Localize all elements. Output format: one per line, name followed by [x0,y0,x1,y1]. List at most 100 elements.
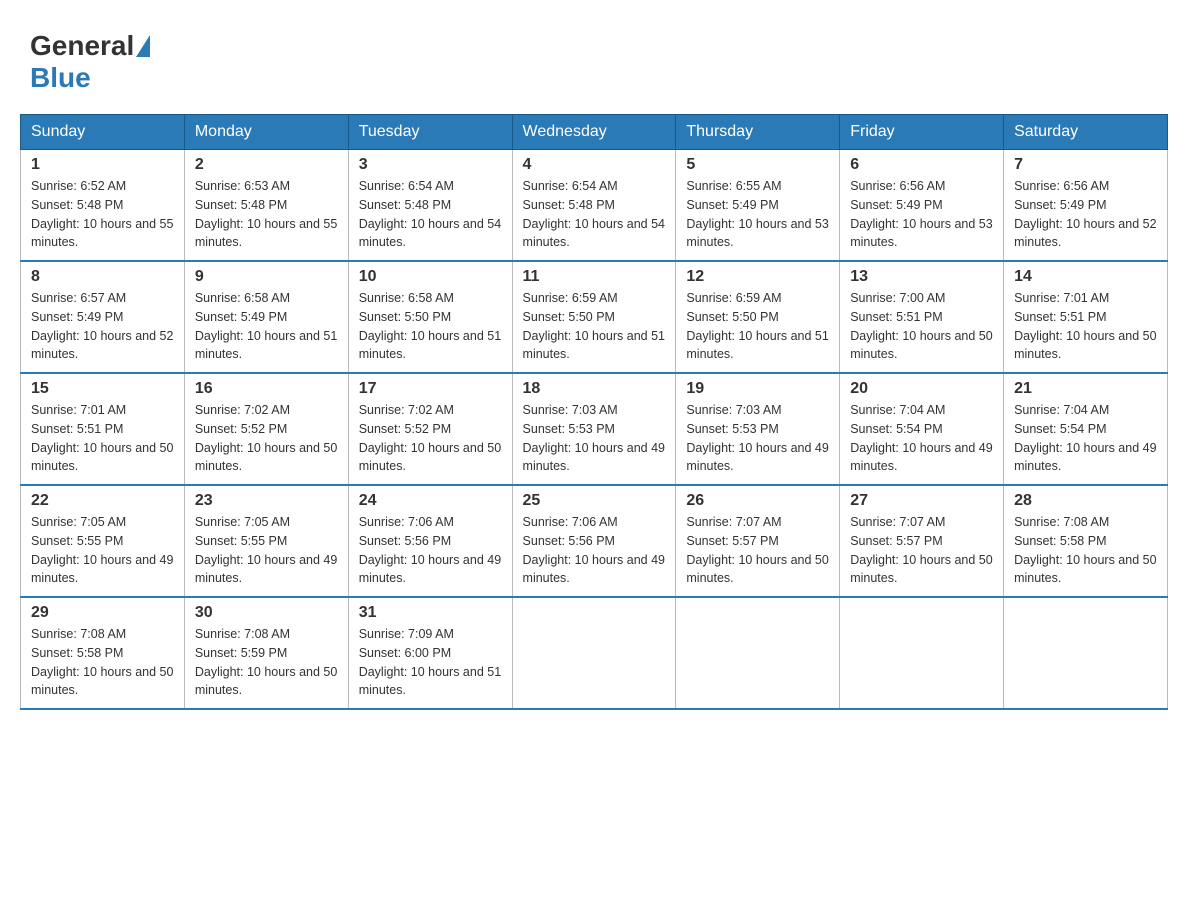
day-number: 15 [31,380,174,398]
day-info: Sunrise: 7:07 AMSunset: 5:57 PMDaylight:… [850,513,993,588]
calendar-cell: 20Sunrise: 7:04 AMSunset: 5:54 PMDayligh… [840,373,1004,485]
logo-blue-text: Blue [30,62,91,93]
day-info: Sunrise: 6:55 AMSunset: 5:49 PMDaylight:… [686,177,829,252]
day-info: Sunrise: 7:07 AMSunset: 5:57 PMDaylight:… [686,513,829,588]
calendar-cell: 16 Sunrise: 7:02 AMSunset: 5:52 PMDayligh… [184,373,348,485]
calendar-cell: 31 Sunrise: 7:09 AMSunset: 6:00 PMDayligh… [348,597,512,709]
day-number: 16 [195,380,338,398]
weekday-header-monday: Monday [184,115,348,150]
calendar-cell: 9 Sunrise: 6:58 AMSunset: 5:49 PMDaylight… [184,261,348,373]
day-number: 3 [359,156,502,174]
calendar-cell: 12 Sunrise: 6:59 AMSunset: 5:50 PMDayligh… [676,261,840,373]
day-info: Sunrise: 7:01 AMSunset: 5:51 PMDaylight:… [31,401,174,476]
day-info: Sunrise: 7:08 AMSunset: 5:59 PMDaylight:… [195,625,338,700]
calendar-cell: 22Sunrise: 7:05 AMSunset: 5:55 PMDayligh… [21,485,185,597]
day-info: Sunrise: 7:06 AMSunset: 5:56 PMDaylight:… [359,513,502,588]
calendar-cell: 7 Sunrise: 6:56 AMSunset: 5:49 PMDaylight… [1004,150,1168,262]
day-info: Sunrise: 6:54 AMSunset: 5:48 PMDaylight:… [359,177,502,252]
calendar-cell: 2 Sunrise: 6:53 AMSunset: 5:48 PMDaylight… [184,150,348,262]
day-info: Sunrise: 7:09 AMSunset: 6:00 PMDaylight:… [359,625,502,700]
day-number: 7 [1014,156,1157,174]
calendar-cell: 3 Sunrise: 6:54 AMSunset: 5:48 PMDaylight… [348,150,512,262]
calendar-cell: 19 Sunrise: 7:03 AMSunset: 5:53 PMDayligh… [676,373,840,485]
calendar-cell [512,597,676,709]
day-info: Sunrise: 6:57 AMSunset: 5:49 PMDaylight:… [31,289,174,364]
logo-triangle-icon [136,35,150,57]
day-info: Sunrise: 6:58 AMSunset: 5:49 PMDaylight:… [195,289,338,364]
day-number: 29 [31,604,174,622]
day-number: 21 [1014,380,1157,398]
day-number: 27 [850,492,993,510]
calendar-week-row: 22 Sunrise: 7:05 AMSunset: 5:55 PMDayligh… [21,485,1168,597]
day-info: Sunrise: 6:52 AMSunset: 5:48 PMDaylight:… [31,177,174,252]
weekday-header-saturday: Saturday [1004,115,1168,150]
day-info: Sunrise: 7:03 AMSunset: 5:53 PMDaylight:… [523,401,666,476]
day-number: 22 [31,492,174,510]
day-number: 23 [195,492,338,510]
day-info: Sunrise: 7:05 AMSunset: 5:55 PMDaylight:… [195,513,338,588]
day-info: Sunrise: 7:03 AMSunset: 5:53 PMDaylight:… [686,401,829,476]
weekday-header-friday: Friday [840,115,1004,150]
calendar-week-row: 8 Sunrise: 6:57 AMSunset: 5:49 PMDaylight… [21,261,1168,373]
logo-general-text: General [30,30,134,62]
day-number: 19 [686,380,829,398]
calendar-cell: 17 Sunrise: 7:02 AMSunset: 5:52 PMDayligh… [348,373,512,485]
day-info: Sunrise: 7:02 AMSunset: 5:52 PMDaylight:… [359,401,502,476]
day-number: 24 [359,492,502,510]
day-number: 8 [31,268,174,286]
weekday-header-tuesday: Tuesday [348,115,512,150]
day-number: 31 [359,604,502,622]
day-info: Sunrise: 7:00 AMSunset: 5:51 PMDaylight:… [850,289,993,364]
day-number: 25 [523,492,666,510]
day-info: Sunrise: 7:01 AMSunset: 5:51 PMDaylight:… [1014,289,1157,364]
day-info: Sunrise: 7:02 AMSunset: 5:52 PMDaylight:… [195,401,338,476]
calendar-cell: 18 Sunrise: 7:03 AMSunset: 5:53 PMDayligh… [512,373,676,485]
day-number: 12 [686,268,829,286]
day-number: 1 [31,156,174,174]
calendar-cell: 28 Sunrise: 7:08 AMSunset: 5:58 PMDayligh… [1004,485,1168,597]
calendar-cell: 10Sunrise: 6:58 AMSunset: 5:50 PMDayligh… [348,261,512,373]
day-number: 14 [1014,268,1157,286]
day-number: 30 [195,604,338,622]
day-info: Sunrise: 6:56 AMSunset: 5:49 PMDaylight:… [850,177,993,252]
page-header: General Blue [20,20,1168,94]
day-number: 11 [523,268,666,286]
day-number: 18 [523,380,666,398]
day-info: Sunrise: 7:08 AMSunset: 5:58 PMDaylight:… [1014,513,1157,588]
day-info: Sunrise: 7:08 AMSunset: 5:58 PMDaylight:… [31,625,174,700]
day-number: 28 [1014,492,1157,510]
weekday-header-sunday: Sunday [21,115,185,150]
calendar-week-row: 29 Sunrise: 7:08 AMSunset: 5:58 PMDayligh… [21,597,1168,709]
day-info: Sunrise: 6:59 AMSunset: 5:50 PMDaylight:… [686,289,829,364]
calendar-cell: 25 Sunrise: 7:06 AMSunset: 5:56 PMDayligh… [512,485,676,597]
day-info: Sunrise: 6:56 AMSunset: 5:49 PMDaylight:… [1014,177,1157,252]
calendar-cell: 24 Sunrise: 7:06 AMSunset: 5:56 PMDayligh… [348,485,512,597]
weekday-header-wednesday: Wednesday [512,115,676,150]
day-info: Sunrise: 6:54 AMSunset: 5:48 PMDaylight:… [523,177,666,252]
calendar-header-row: SundayMondayTuesdayWednesdayThursdayFrid… [21,115,1168,150]
calendar-cell: 6 Sunrise: 6:56 AMSunset: 5:49 PMDaylight… [840,150,1004,262]
calendar-cell: 29 Sunrise: 7:08 AMSunset: 5:58 PMDayligh… [21,597,185,709]
day-number: 6 [850,156,993,174]
day-number: 17 [359,380,502,398]
weekday-header-thursday: Thursday [676,115,840,150]
day-number: 2 [195,156,338,174]
day-info: Sunrise: 7:06 AMSunset: 5:56 PMDaylight:… [523,513,666,588]
day-info: Sunrise: 6:53 AMSunset: 5:48 PMDaylight:… [195,177,338,252]
logo: General Blue [30,30,152,94]
calendar-cell [1004,597,1168,709]
day-number: 9 [195,268,338,286]
day-number: 10 [359,268,502,286]
calendar-table: SundayMondayTuesdayWednesdayThursdayFrid… [20,114,1168,710]
calendar-cell: 23 Sunrise: 7:05 AMSunset: 5:55 PMDayligh… [184,485,348,597]
day-number: 5 [686,156,829,174]
calendar-cell: 14 Sunrise: 7:01 AMSunset: 5:51 PMDayligh… [1004,261,1168,373]
calendar-cell: 8 Sunrise: 6:57 AMSunset: 5:49 PMDaylight… [21,261,185,373]
calendar-cell [676,597,840,709]
calendar-cell: 30 Sunrise: 7:08 AMSunset: 5:59 PMDayligh… [184,597,348,709]
day-info: Sunrise: 7:04 AMSunset: 5:54 PMDaylight:… [1014,401,1157,476]
calendar-cell: 5 Sunrise: 6:55 AMSunset: 5:49 PMDaylight… [676,150,840,262]
day-number: 13 [850,268,993,286]
calendar-cell: 21 Sunrise: 7:04 AMSunset: 5:54 PMDayligh… [1004,373,1168,485]
calendar-cell: 11Sunrise: 6:59 AMSunset: 5:50 PMDayligh… [512,261,676,373]
